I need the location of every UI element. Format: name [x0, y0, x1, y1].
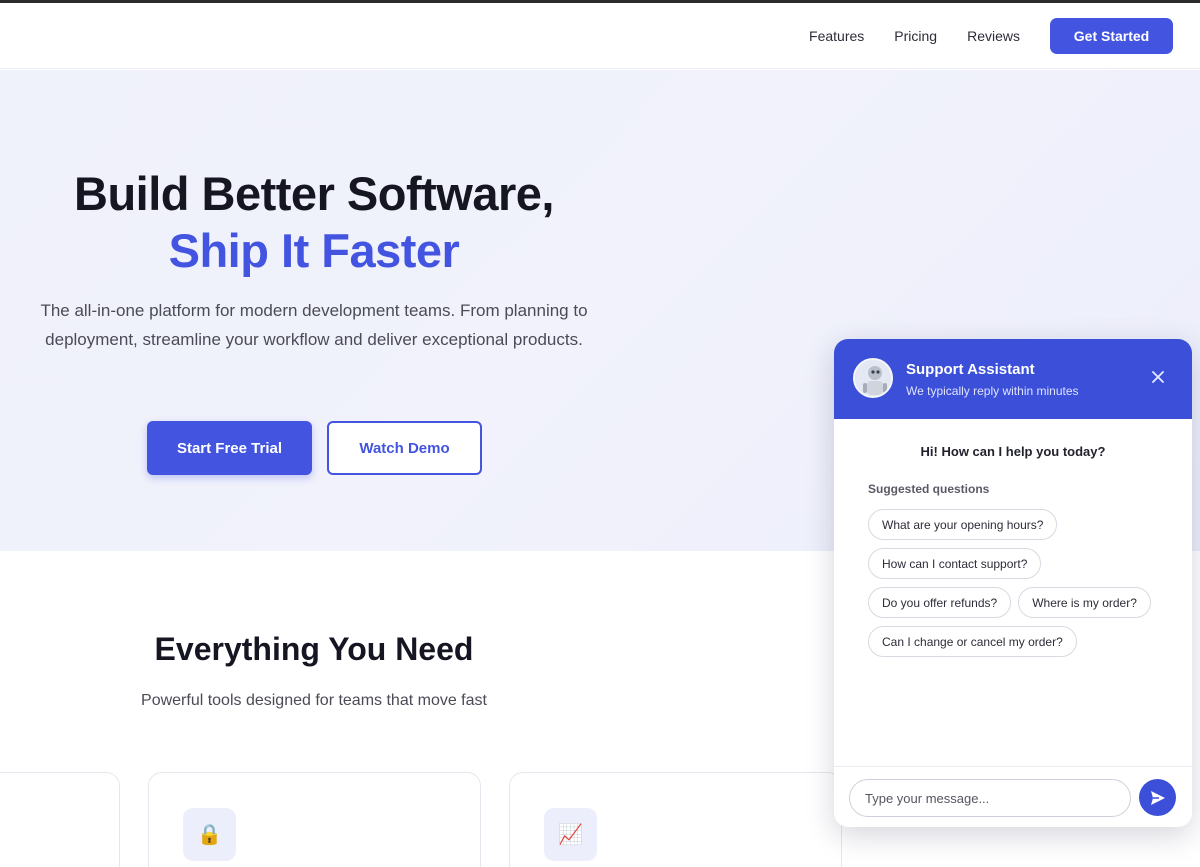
features-title: Everything You Need — [154, 631, 474, 667]
hero-title-line-2: Ship It Faster — [168, 224, 460, 277]
feature-card: 🔒 — [148, 772, 481, 867]
send-icon — [1150, 790, 1165, 805]
support-chat-widget: Support Assistant We typically reply wit… — [834, 339, 1192, 827]
nav-link-reviews[interactable]: Reviews — [967, 28, 1020, 44]
nav-link-pricing[interactable]: Pricing — [894, 28, 937, 44]
chart-icon: 📈 — [544, 808, 597, 861]
features-subtitle: Powerful tools designed for teams that m… — [141, 692, 487, 709]
start-free-trial-button[interactable]: Start Free Trial — [147, 421, 312, 475]
robot-avatar-icon — [853, 358, 893, 398]
chat-message-input[interactable] — [849, 779, 1131, 817]
chat-greeting: Hi! How can I help you today? — [920, 444, 1106, 459]
suggestion-chip[interactable]: Do you offer refunds? — [868, 587, 1012, 618]
suggestion-chip[interactable]: How can I contact support? — [868, 548, 1042, 579]
feature-card: 📈 — [509, 772, 842, 867]
nav-link-features[interactable]: Features — [809, 28, 864, 44]
suggested-questions: What are your opening hours? How can I c… — [868, 509, 1178, 665]
top-navigation: Features Pricing Reviews Get Started — [0, 3, 1200, 69]
suggestion-chip[interactable]: Can I change or cancel my order? — [868, 626, 1077, 657]
chat-title: Support Assistant — [906, 361, 1035, 378]
get-started-button[interactable]: Get Started — [1050, 17, 1173, 54]
chat-header: Support Assistant We typically reply wit… — [834, 339, 1192, 419]
suggestion-chip[interactable]: What are your opening hours? — [868, 509, 1058, 540]
hero-title: Build Better Software, Ship It Faster — [0, 165, 628, 279]
chat-footer — [834, 766, 1192, 827]
send-button[interactable] — [1139, 779, 1176, 816]
chat-status: We typically reply within minutes — [906, 384, 1079, 398]
hero-title-line-1: Build Better Software, — [74, 167, 554, 220]
suggested-questions-label: Suggested questions — [868, 482, 990, 496]
hero-subtitle: The all-in-one platform for modern devel… — [40, 301, 588, 349]
feature-card — [0, 772, 120, 867]
suggestion-chip[interactable]: Where is my order? — [1018, 587, 1151, 618]
watch-demo-button[interactable]: Watch Demo — [327, 421, 482, 475]
lock-icon: 🔒 — [183, 808, 236, 861]
close-icon[interactable] — [1148, 367, 1168, 387]
